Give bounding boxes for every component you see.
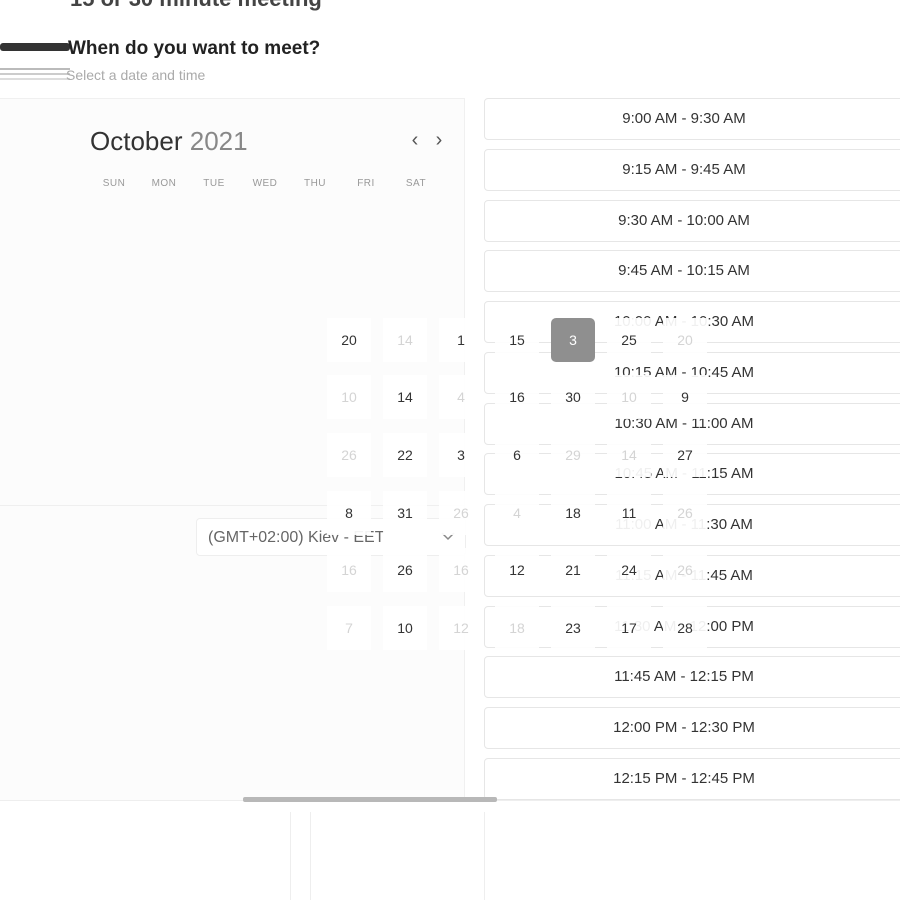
weekday-thu: THU bbox=[303, 178, 327, 189]
day-cell[interactable]: 9 bbox=[663, 375, 707, 419]
weekday-mon: MON bbox=[151, 178, 177, 189]
day-cell[interactable]: 16 bbox=[327, 548, 371, 592]
day-cell[interactable]: 1 bbox=[439, 318, 483, 362]
month-year: 2021 bbox=[189, 126, 248, 156]
day-cell[interactable]: 10 bbox=[607, 375, 651, 419]
day-cell[interactable]: 26 bbox=[663, 491, 707, 535]
day-cell[interactable]: 22 bbox=[383, 433, 427, 477]
day-cell[interactable]: 4 bbox=[439, 375, 483, 419]
day-cell[interactable]: 10 bbox=[327, 375, 371, 419]
brand-logo bbox=[0, 40, 70, 80]
day-cell[interactable]: 4 bbox=[495, 491, 539, 535]
day-cell[interactable]: 12 bbox=[439, 606, 483, 650]
day-cell[interactable]: 25 bbox=[607, 318, 651, 362]
brand-logo-line bbox=[0, 73, 70, 75]
time-slot-0945[interactable]: 9:45 AM - 10:15 AM bbox=[484, 250, 900, 292]
day-cell[interactable]: 31 bbox=[383, 491, 427, 535]
weekday-sun: SUN bbox=[102, 178, 126, 189]
time-slot-1215[interactable]: 12:15 PM - 12:45 PM bbox=[484, 758, 900, 800]
meeting-title: 15 or 30 minute meeting bbox=[70, 0, 322, 12]
next-month-button[interactable]: › bbox=[429, 128, 449, 152]
day-cell[interactable]: 16 bbox=[439, 548, 483, 592]
day-cell[interactable]: 20 bbox=[327, 318, 371, 362]
horizontal-scrollbar-thumb[interactable] bbox=[243, 797, 497, 802]
time-slot-0930[interactable]: 9:30 AM - 10:00 AM bbox=[484, 200, 900, 242]
divider bbox=[290, 812, 291, 900]
page-subtitle: Select a date and time bbox=[66, 67, 206, 83]
month-name: October bbox=[90, 126, 183, 156]
day-cell[interactable]: 28 bbox=[663, 606, 707, 650]
day-cell[interactable]: 7 bbox=[327, 606, 371, 650]
day-cell[interactable]: 14 bbox=[607, 433, 651, 477]
day-cell[interactable]: 26 bbox=[439, 491, 483, 535]
divider bbox=[484, 812, 485, 900]
day-cell-selected[interactable]: 3 bbox=[551, 318, 595, 362]
weekday-wed: WED bbox=[252, 178, 278, 189]
day-cell[interactable]: 29 bbox=[551, 433, 595, 477]
weekday-tue: TUE bbox=[203, 178, 225, 189]
day-cell[interactable]: 14 bbox=[383, 318, 427, 362]
time-slot-1145[interactable]: 11:45 AM - 12:15 PM bbox=[484, 656, 900, 698]
weekday-sat: SAT bbox=[405, 178, 427, 189]
day-cell[interactable]: 20 bbox=[663, 318, 707, 362]
day-cell[interactable]: 21 bbox=[551, 548, 595, 592]
page-title: When do you want to meet? bbox=[68, 38, 321, 59]
time-slot-0915[interactable]: 9:15 AM - 9:45 AM bbox=[484, 149, 900, 191]
day-cell[interactable]: 10 bbox=[383, 606, 427, 650]
day-cell[interactable]: 17 bbox=[607, 606, 651, 650]
day-cell[interactable]: 16 bbox=[495, 375, 539, 419]
day-cell[interactable]: 11 bbox=[607, 491, 651, 535]
day-cell[interactable]: 3 bbox=[439, 433, 483, 477]
day-cell[interactable]: 23 bbox=[551, 606, 595, 650]
prev-month-button[interactable]: ‹ bbox=[405, 128, 425, 152]
time-slot-1200[interactable]: 12:00 PM - 12:30 PM bbox=[484, 707, 900, 749]
day-cell[interactable]: 26 bbox=[663, 548, 707, 592]
day-cell[interactable]: 27 bbox=[663, 433, 707, 477]
weekday-fri: FRI bbox=[357, 178, 375, 189]
brand-logo-line bbox=[0, 68, 70, 70]
day-cell[interactable]: 18 bbox=[495, 606, 539, 650]
day-cell[interactable]: 24 bbox=[607, 548, 651, 592]
brand-logo-line bbox=[0, 78, 70, 80]
day-cell[interactable]: 15 bbox=[495, 318, 539, 362]
day-cell[interactable]: 12 bbox=[495, 548, 539, 592]
day-cell[interactable]: 6 bbox=[495, 433, 539, 477]
day-cell[interactable]: 26 bbox=[327, 433, 371, 477]
day-cell[interactable]: 26 bbox=[383, 548, 427, 592]
month-label: October 2021 bbox=[90, 126, 248, 157]
day-cell[interactable]: 14 bbox=[383, 375, 427, 419]
divider bbox=[310, 812, 311, 900]
day-cell[interactable]: 8 bbox=[327, 491, 371, 535]
brand-logo-bar bbox=[0, 43, 70, 51]
day-cell[interactable]: 18 bbox=[551, 491, 595, 535]
time-slot-0900[interactable]: 9:00 AM - 9:30 AM bbox=[484, 98, 900, 140]
day-cell[interactable]: 30 bbox=[551, 375, 595, 419]
